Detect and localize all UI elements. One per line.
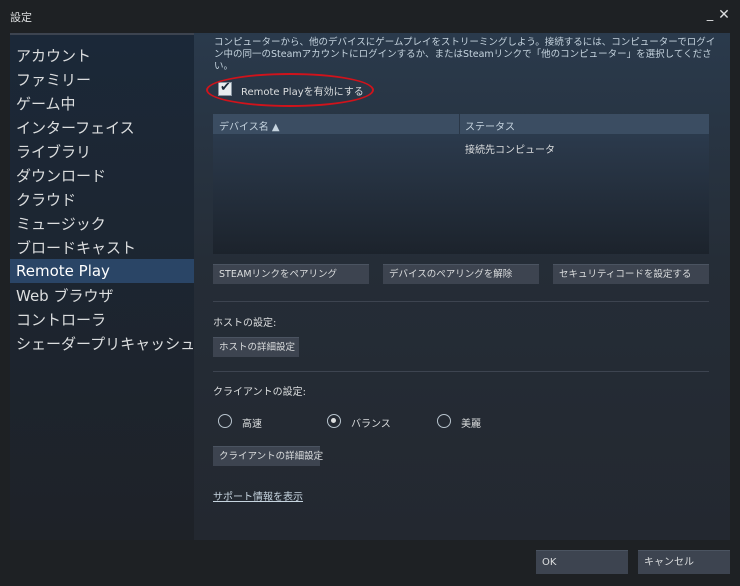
sidebar-item-library[interactable]: ライブラリ bbox=[10, 140, 194, 164]
sidebar-item-in-game[interactable]: ゲーム中 bbox=[10, 92, 194, 116]
sidebar-item-interface[interactable]: インターフェイス bbox=[10, 116, 194, 140]
divider bbox=[213, 371, 709, 372]
sidebar-item-remote-play[interactable]: Remote Play bbox=[10, 259, 194, 283]
pair-steam-link-button[interactable]: STEAMリンクをペアリング bbox=[213, 264, 369, 284]
host-settings-label: ホストの設定: bbox=[213, 318, 277, 329]
column-status[interactable]: ステータス bbox=[465, 118, 515, 133]
divider bbox=[213, 301, 709, 302]
radio-selected-dot bbox=[331, 418, 336, 423]
sidebar-item-shader-precache[interactable]: シェーダープリキャッシュ bbox=[10, 332, 195, 356]
host-advanced-settings-button[interactable]: ホストの詳細設定 bbox=[213, 337, 299, 357]
sidebar-item-downloads[interactable]: ダウンロード bbox=[10, 164, 194, 188]
column-divider bbox=[459, 114, 460, 134]
ok-button[interactable]: OK bbox=[536, 550, 628, 574]
sidebar-item-family[interactable]: ファミリー bbox=[10, 68, 194, 92]
red-highlight-oval bbox=[206, 73, 374, 107]
sidebar-item-account[interactable]: アカウント bbox=[10, 44, 194, 68]
sidebar-item-broadcast[interactable]: ブロードキャスト bbox=[10, 236, 194, 260]
remote-play-panel: コンピューターから、他のデバイスにゲームプレイをストリーミングしよう。接続するに… bbox=[194, 33, 730, 540]
column-device-name[interactable]: デバイス名 ▲ bbox=[219, 118, 280, 133]
radio-fast-button[interactable] bbox=[218, 414, 232, 428]
sidebar-item-music[interactable]: ミュージック bbox=[10, 212, 194, 236]
client-settings-label: クライアントの設定: bbox=[213, 387, 306, 398]
unpair-devices-button[interactable]: デバイスのペアリングを解除 bbox=[383, 264, 539, 284]
set-security-code-button[interactable]: セキュリティコードを設定する bbox=[553, 264, 709, 284]
remote-play-description: コンピューターから、他のデバイスにゲームプレイをストリーミングしよう。接続するに… bbox=[214, 37, 716, 72]
radio-fast-label[interactable]: 高速 bbox=[242, 415, 262, 430]
sidebar-item-controller[interactable]: コントローラ bbox=[10, 308, 194, 332]
settings-sidebar: アカウント ファミリー ゲーム中 インターフェイス ライブラリ ダウンロード ク… bbox=[10, 33, 195, 540]
device-table-header: デバイス名 ▲ ステータス bbox=[213, 114, 709, 134]
window-title: 設定 bbox=[10, 11, 32, 24]
radio-balanced-label[interactable]: バランス bbox=[351, 415, 391, 430]
minimize-button[interactable]: _ bbox=[703, 6, 717, 24]
radio-balanced-button[interactable] bbox=[327, 414, 341, 428]
support-info-link[interactable]: サポート情報を表示 bbox=[213, 488, 303, 503]
cancel-button[interactable]: キャンセル bbox=[638, 550, 730, 574]
device-table: デバイス名 ▲ ステータス 接続先コンピュータ bbox=[213, 114, 709, 254]
client-advanced-settings-button[interactable]: クライアントの詳細設定 bbox=[213, 446, 323, 466]
title-bar: 設定 _ ✕ bbox=[0, 0, 740, 32]
sidebar-item-cloud[interactable]: クラウド bbox=[10, 188, 194, 212]
device-status-cell: 接続先コンピュータ bbox=[465, 145, 555, 156]
sidebar-item-web-browser[interactable]: Web ブラウザ bbox=[10, 284, 194, 308]
close-button[interactable]: ✕ bbox=[717, 6, 731, 24]
radio-beautiful-label[interactable]: 美麗 bbox=[461, 415, 481, 430]
radio-beautiful-button[interactable] bbox=[437, 414, 451, 428]
